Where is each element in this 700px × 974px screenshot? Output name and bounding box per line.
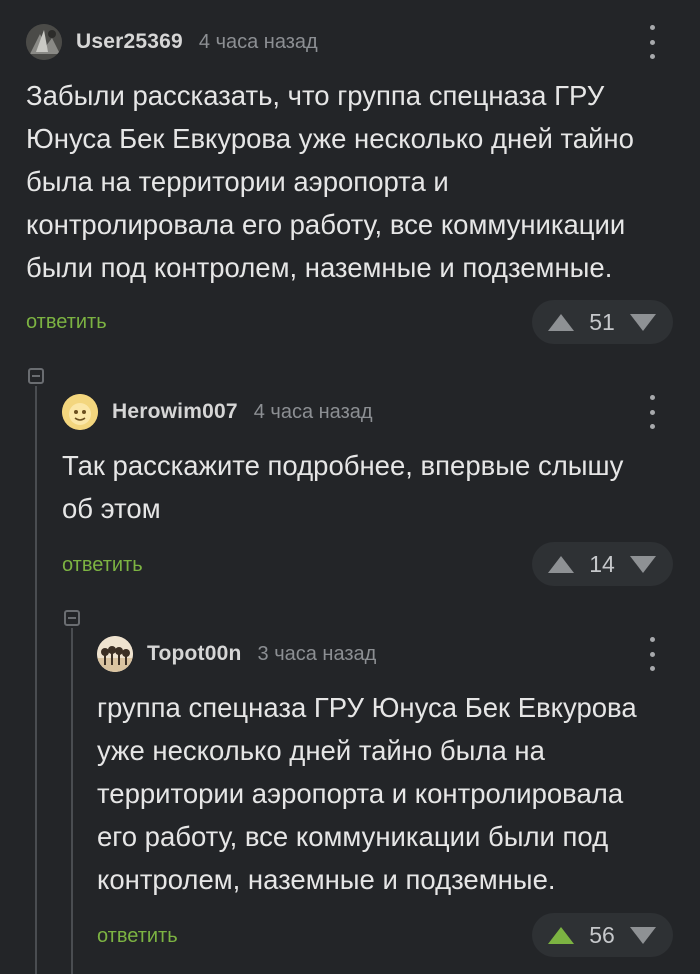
vote-score: 14: [589, 550, 615, 577]
reply-button[interactable]: ответить: [97, 925, 178, 948]
comment: User25369 4 часа назад Забыли рассказать…: [0, 0, 700, 360]
upvote-arrow-icon[interactable]: [548, 313, 574, 331]
upvote-arrow-icon[interactable]: [548, 926, 574, 944]
downvote-arrow-icon[interactable]: [630, 313, 656, 331]
avatar-image: [97, 636, 133, 672]
comment-header: Topot00n 3 часа назад: [97, 634, 376, 674]
comment: Topot00n 3 часа назад группа спецназа ГР…: [0, 600, 700, 974]
vote-score: 56: [589, 921, 615, 948]
vote-control: 56: [532, 913, 673, 957]
username[interactable]: Herowim007: [112, 400, 238, 424]
kebab-menu-icon[interactable]: [642, 637, 662, 671]
avatar[interactable]: [62, 394, 98, 430]
comment-text: Забыли рассказать, что группа спецназа Г…: [26, 80, 634, 283]
upvote-arrow-icon[interactable]: [548, 555, 574, 573]
kebab-menu-icon[interactable]: [642, 25, 662, 59]
comment-header: Herowim007 4 часа назад: [62, 392, 373, 432]
comment-time: 4 часа назад: [253, 400, 373, 423]
comment-time: 3 часа назад: [257, 642, 377, 665]
vote-control: 14: [532, 542, 673, 586]
comment-header: User25369 4 часа назад: [26, 22, 318, 62]
comment: Herowim007 4 часа назад Так расскажите п…: [0, 360, 700, 600]
avatar[interactable]: [97, 636, 133, 672]
downvote-arrow-icon[interactable]: [630, 555, 656, 573]
downvote-arrow-icon[interactable]: [630, 926, 656, 944]
username[interactable]: User25369: [76, 30, 183, 54]
comment-time: 4 часа назад: [198, 30, 318, 53]
vote-score: 51: [589, 308, 615, 335]
avatar[interactable]: [26, 24, 62, 60]
vote-control: 51: [532, 300, 673, 344]
username[interactable]: Topot00n: [147, 642, 242, 666]
comment-text: Так расскажите подробнее, впервые слышу …: [62, 450, 624, 524]
comment-text: группа спецназа ГРУ Юнуса Бек Евкурова у…: [97, 692, 637, 895]
kebab-menu-icon[interactable]: [642, 395, 662, 429]
avatar-image: [26, 24, 62, 60]
reply-button[interactable]: ответить: [26, 311, 107, 334]
reply-button[interactable]: ответить: [62, 554, 143, 577]
avatar-image: [62, 394, 98, 430]
